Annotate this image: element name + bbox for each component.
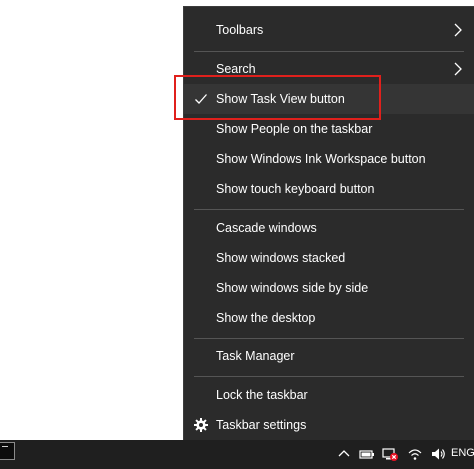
chevron-right-icon bbox=[454, 23, 462, 37]
menu-item-show-people[interactable]: Show People on the taskbar bbox=[184, 114, 474, 144]
menu-item-search[interactable]: Search bbox=[184, 54, 474, 84]
menu-item-show-touch-keyboard[interactable]: Show touch keyboard button bbox=[184, 174, 474, 204]
menu-separator bbox=[194, 376, 464, 377]
menu-item-lock-the-taskbar[interactable]: Lock the taskbar bbox=[184, 380, 474, 410]
menu-separator bbox=[194, 209, 464, 210]
menu-item-label: Show Task View button bbox=[216, 92, 345, 106]
taskbar bbox=[0, 440, 474, 469]
menu-item-toolbars[interactable]: Toolbars bbox=[184, 15, 474, 45]
menu-item-label: Show windows stacked bbox=[216, 251, 346, 265]
menu-item-taskbar-settings[interactable]: Taskbar settings bbox=[184, 410, 474, 440]
menu-item-task-manager[interactable]: Task Manager bbox=[184, 341, 474, 371]
menu-item-show-windows-stacked[interactable]: Show windows stacked bbox=[184, 243, 474, 273]
menu-item-label: Toolbars bbox=[216, 23, 264, 37]
menu-item-label: Task Manager bbox=[216, 349, 295, 363]
menu-item-cascade-windows[interactable]: Cascade windows bbox=[184, 213, 474, 243]
menu-item-label: Cascade windows bbox=[216, 221, 317, 235]
menu-item-show-the-desktop[interactable]: Show the desktop bbox=[184, 303, 474, 333]
checkmark-icon bbox=[195, 94, 207, 104]
chevron-right-icon bbox=[454, 62, 462, 76]
gear-icon bbox=[194, 418, 208, 432]
wifi-icon[interactable] bbox=[407, 446, 423, 462]
menu-separator bbox=[194, 51, 464, 52]
menu-item-label: Search bbox=[216, 62, 256, 76]
menu-item-label: Show People on the taskbar bbox=[216, 122, 373, 136]
volume-icon[interactable] bbox=[430, 446, 446, 462]
command-prompt-taskbar-icon[interactable] bbox=[0, 442, 15, 460]
chevron-up-icon[interactable] bbox=[337, 446, 351, 462]
language-indicator[interactable]: ENG bbox=[451, 447, 474, 459]
menu-item-label: Show windows side by side bbox=[216, 281, 369, 295]
taskbar-context-menu: Toolbars Search Show Task View button Sh… bbox=[183, 6, 474, 440]
menu-item-show-windows-ink[interactable]: Show Windows Ink Workspace button bbox=[184, 144, 474, 174]
battery-icon[interactable] bbox=[359, 446, 375, 462]
menu-item-label: Show touch keyboard button bbox=[216, 182, 375, 196]
network-disconnected-icon[interactable] bbox=[382, 446, 399, 462]
menu-separator bbox=[194, 338, 464, 339]
menu-item-label: Taskbar settings bbox=[216, 418, 307, 432]
menu-item-show-windows-side-by-side[interactable]: Show windows side by side bbox=[184, 273, 474, 303]
menu-item-label: Show the desktop bbox=[216, 311, 316, 325]
menu-item-label: Show Windows Ink Workspace button bbox=[216, 152, 426, 166]
menu-item-show-task-view-button[interactable]: Show Task View button bbox=[184, 84, 474, 114]
menu-item-label: Lock the taskbar bbox=[216, 388, 308, 402]
